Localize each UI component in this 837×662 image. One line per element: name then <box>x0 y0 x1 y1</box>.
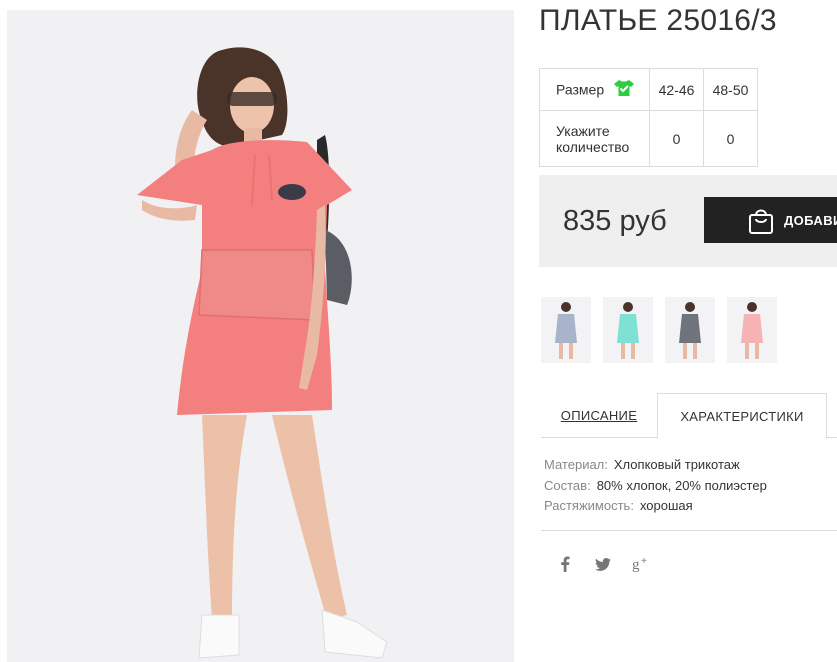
spec-row-stretch: Растяжимость: хорошая <box>544 496 767 517</box>
tab-specifications[interactable]: ХАРАКТЕРИСТИКИ <box>657 393 827 439</box>
size-label: Размер <box>556 81 605 98</box>
thumbnail-pink-image <box>727 297 777 363</box>
quantity-label-line1: Укажите <box>556 122 610 139</box>
thumbnail-pink[interactable] <box>727 297 777 363</box>
spec-row-composition: Состав: 80% хлопок, 20% полиэстер <box>544 476 767 497</box>
product-title: ПЛАТЬЕ 25016/3 <box>539 4 777 37</box>
add-to-cart-label: ДОБАВИТЬ <box>784 212 837 228</box>
product-price: 835 руб <box>563 205 667 237</box>
facebook-icon[interactable] <box>556 554 574 574</box>
spec-row-material: Материал: Хлопковый трикотаж <box>544 455 767 476</box>
add-to-cart-button[interactable]: ДОБАВИТЬ <box>704 197 837 243</box>
quantity-row: Укажите количество 0 0 <box>539 110 758 167</box>
tab-description[interactable]: ОПИСАНИЕ <box>541 393 657 438</box>
thumbnail-mint-image <box>603 297 653 363</box>
google-plus-icon[interactable]: g + <box>632 554 650 574</box>
size-option-48-50[interactable]: 48-50 <box>703 68 758 111</box>
thumbnail-dark-grey[interactable] <box>665 297 715 363</box>
thumbnail-grey-blue[interactable] <box>541 297 591 363</box>
spec-key: Материал: <box>544 457 608 472</box>
main-product-photo[interactable] <box>7 10 514 662</box>
thumbnail-dark-grey-image <box>665 297 715 363</box>
quantity-input-48-50[interactable]: 0 <box>703 110 758 167</box>
size-row: Размер 42-46 48-50 <box>539 68 758 111</box>
thumbnail-grey-blue-image <box>541 297 591 363</box>
thumbnail-mint[interactable] <box>603 297 653 363</box>
size-label-cell: Размер <box>539 68 650 111</box>
buy-box: 835 руб ДОБАВИТЬ <box>539 175 837 267</box>
twitter-icon[interactable] <box>594 554 612 574</box>
spec-key: Состав: <box>544 477 591 493</box>
product-tabs: ОПИСАНИЕ ХАРАКТЕРИСТИКИ <box>541 393 837 439</box>
tshirt-check-icon[interactable] <box>614 80 635 99</box>
color-thumbnails <box>541 297 777 363</box>
spec-value: Хлопковый трикотаж <box>613 457 740 472</box>
svg-text:+: + <box>641 556 647 567</box>
social-share: g + <box>556 554 650 574</box>
spec-value: хорошая <box>639 498 693 513</box>
shopping-bag-icon <box>748 207 774 238</box>
quantity-label-cell: Укажите количество <box>539 110 650 167</box>
size-option-42-46[interactable]: 42-46 <box>649 68 704 111</box>
quantity-label-line2: количество <box>556 138 630 155</box>
spec-key: Растяжимость: <box>544 498 634 513</box>
size-quantity-table: Размер 42-46 48-50 Укажите количество 0 … <box>539 68 758 167</box>
quantity-input-42-46[interactable]: 0 <box>649 110 704 167</box>
divider <box>541 530 837 531</box>
specifications-list: Материал: Хлопковый трикотаж Состав: 80% х… <box>544 455 767 517</box>
model-in-dress-illustration <box>7 10 514 662</box>
product-page: ПЛАТЬЕ 25016/3 Размер 42-46 48-50 Укажит… <box>0 0 837 662</box>
svg-text:g: g <box>632 557 640 572</box>
spec-value: 80% хлопок, 20% полиэстер <box>596 477 767 493</box>
